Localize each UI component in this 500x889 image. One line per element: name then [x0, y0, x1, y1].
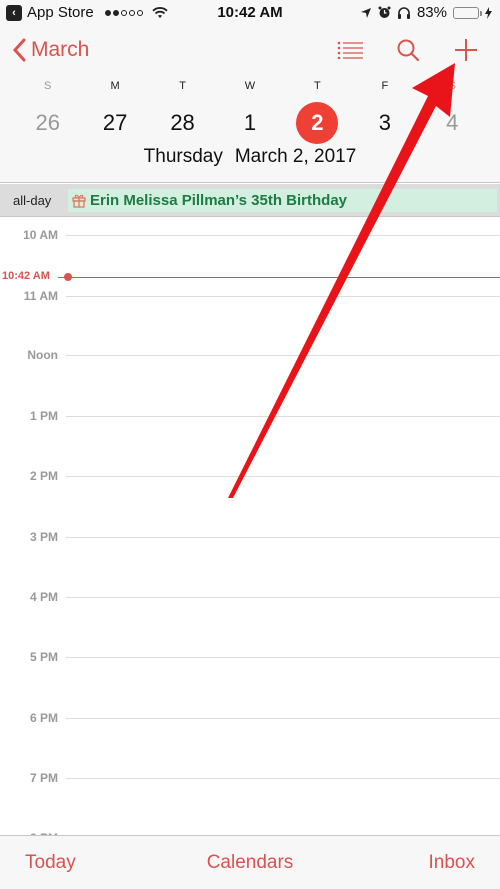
- all-day-label: all-day: [13, 193, 52, 208]
- hour-label: 1 PM: [29, 409, 58, 423]
- selected-weekday: Thursday: [143, 146, 223, 167]
- search-button[interactable]: [394, 36, 422, 64]
- hour-row: 3 PM: [0, 530, 500, 544]
- chevron-left-icon: [12, 38, 26, 62]
- day-cell[interactable]: 4: [419, 103, 486, 143]
- add-event-button[interactable]: [452, 36, 480, 64]
- hour-label: 10 AM: [23, 228, 58, 242]
- hour-gridline: [66, 778, 500, 779]
- hour-row: 7 PM: [0, 771, 500, 785]
- nav-bar: March: [0, 26, 500, 76]
- back-to-month-button[interactable]: March: [12, 38, 89, 62]
- hour-gridline: [66, 537, 500, 538]
- day-cell[interactable]: 28: [149, 103, 216, 143]
- hour-label: 4 PM: [29, 590, 58, 604]
- day-cell-selected[interactable]: 2: [284, 102, 351, 144]
- day-cell[interactable]: 3: [351, 103, 418, 143]
- weekday-row: S M T W T F S: [14, 80, 486, 92]
- hour-label: 5 PM: [29, 650, 58, 664]
- hour-row: 6 PM: [0, 711, 500, 725]
- selected-date: March 2, 2017: [234, 146, 357, 167]
- alarm-icon: [378, 6, 391, 18]
- hour-row: 10 AM: [0, 228, 500, 242]
- hour-row: 1 PM: [0, 409, 500, 423]
- hour-gridline: [66, 355, 500, 356]
- calendars-button[interactable]: Calendars: [0, 852, 500, 874]
- status-right: 83%: [360, 4, 492, 21]
- headphones-icon: [397, 7, 410, 19]
- battery-icon: [453, 6, 482, 19]
- hour-gridline: [66, 718, 500, 719]
- hour-label: 6 PM: [29, 711, 58, 725]
- hour-row: 4 PM: [0, 590, 500, 604]
- hour-gridline: [66, 296, 500, 297]
- hour-gridline: [66, 657, 500, 658]
- day-cell[interactable]: 27: [81, 103, 148, 143]
- hour-label: 2 PM: [29, 469, 58, 483]
- day-row: 26 27 28 1 2 3 4: [14, 102, 486, 144]
- day-timeline[interactable]: 10 AM 11 AM Noon 1 PM 2 PM 3 PM 4 PM 5 P…: [0, 218, 500, 835]
- back-label: March: [31, 38, 90, 61]
- hour-row: 2 PM: [0, 469, 500, 483]
- weekday-label: W: [244, 80, 256, 92]
- event-title: Erin Melissa Pillman’s 35th Birthday: [90, 192, 348, 209]
- current-time-indicator: 10:42 AM: [0, 270, 500, 284]
- nav-actions: [336, 36, 480, 64]
- weekday-label: S: [44, 80, 52, 92]
- hour-gridline: [66, 597, 500, 598]
- today-indicator: 2: [296, 102, 339, 144]
- inbox-button[interactable]: Inbox: [429, 852, 475, 874]
- list-icon: [337, 41, 363, 59]
- gift-icon: [72, 194, 86, 208]
- add-icon: [455, 39, 477, 61]
- hour-label: 11 AM: [23, 289, 58, 303]
- current-time-dot: [64, 273, 72, 281]
- weekday-label: S: [448, 80, 456, 92]
- hour-gridline: [66, 235, 500, 236]
- hour-label: 3 PM: [29, 530, 58, 544]
- battery-percent: 83%: [416, 4, 447, 21]
- hour-gridline: [66, 476, 500, 477]
- hour-row: 5 PM: [0, 650, 500, 664]
- day-cell[interactable]: 1: [216, 103, 283, 143]
- current-time-label: 10:42 AM: [2, 270, 50, 282]
- list-view-button[interactable]: [336, 36, 364, 64]
- weekday-label: F: [381, 80, 389, 92]
- hour-label: 7 PM: [29, 771, 58, 785]
- weekday-label: T: [179, 80, 186, 92]
- hour-row: 11 AM: [0, 289, 500, 303]
- hour-gridline: [66, 416, 500, 417]
- day-cell[interactable]: 26: [14, 103, 81, 143]
- location-icon: [360, 7, 371, 18]
- selected-date-title: Thursday March 2, 2017: [0, 146, 500, 168]
- charging-bolt-icon: [485, 6, 492, 19]
- all-day-event[interactable]: Erin Melissa Pillman’s 35th Birthday: [68, 189, 497, 212]
- weekday-label: T: [314, 80, 321, 92]
- hour-row: Noon: [0, 348, 500, 362]
- week-strip: S M T W T F S 26 27 28 1 2 3 4 Thursday M…: [0, 76, 500, 183]
- search-icon: [397, 39, 420, 62]
- status-bar: ‹ App Store 10:42 AM 83%: [0, 0, 500, 26]
- weekday-label: M: [110, 80, 120, 92]
- current-time-line: [58, 277, 500, 278]
- bottom-toolbar: Today Calendars Inbox: [0, 835, 500, 889]
- hour-label: Noon: [27, 348, 58, 362]
- all-day-row: all-day Erin Melissa Pillman’s 35th Birt…: [0, 184, 500, 217]
